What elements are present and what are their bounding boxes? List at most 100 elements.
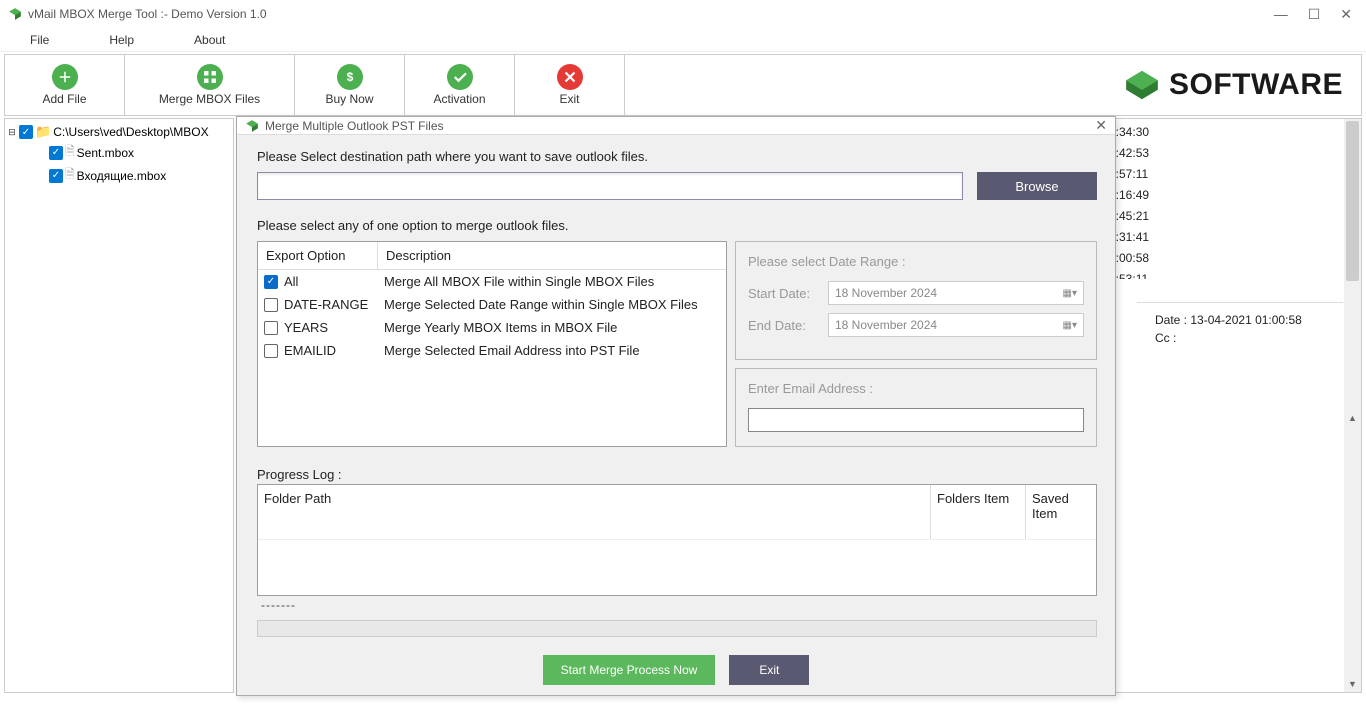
scroll-down-icon[interactable]: ▼ bbox=[1344, 675, 1361, 692]
menubar: File Help About bbox=[0, 28, 1366, 52]
export-head-option: Export Option bbox=[258, 242, 378, 269]
export-opt: EMAILID bbox=[284, 343, 336, 358]
export-opt: All bbox=[284, 274, 298, 289]
start-date-picker[interactable]: 18 November 2024 ▦▾ bbox=[828, 281, 1084, 305]
checkbox-checked-icon[interactable]: ✓ bbox=[49, 146, 63, 160]
checkbox-icon[interactable] bbox=[264, 321, 278, 335]
export-opt: DATE-RANGE bbox=[284, 297, 368, 312]
list-item[interactable]: 1:00:58 bbox=[1107, 248, 1343, 269]
titlebar: vMail MBOX Merge Tool :- Demo Version 1.… bbox=[0, 0, 1366, 28]
date-range-panel: Please select Date Range : Start Date: 1… bbox=[735, 241, 1097, 360]
tree-root[interactable]: ⊟ ✓ 📁 C:\Users\ved\Desktop\MBOX bbox=[7, 123, 231, 141]
tree-root-label: C:\Users\ved\Desktop\MBOX bbox=[53, 125, 208, 139]
dialog-titlebar: Merge Multiple Outlook PST Files ✕ bbox=[237, 117, 1115, 135]
folder-icon: 📁 bbox=[35, 124, 51, 140]
svg-text:$: $ bbox=[346, 70, 353, 84]
progress-head-path: Folder Path bbox=[258, 485, 931, 539]
brand-logo-icon bbox=[1123, 66, 1161, 104]
app-icon bbox=[8, 7, 22, 21]
dollar-icon: $ bbox=[337, 64, 363, 90]
list-item[interactable]: 8:45:21 bbox=[1107, 206, 1343, 227]
dialog-close-button[interactable]: ✕ bbox=[1095, 117, 1107, 134]
scrollbar-vertical[interactable]: ▲ ▼ bbox=[1344, 119, 1361, 692]
app-icon bbox=[245, 119, 259, 133]
calendar-dropdown-icon[interactable]: ▦▾ bbox=[1063, 320, 1077, 331]
email-panel: Enter Email Address : bbox=[735, 368, 1097, 447]
list-item[interactable]: 5:57:11 bbox=[1107, 164, 1343, 185]
menu-help[interactable]: Help bbox=[109, 33, 134, 47]
checkbox-checked-icon[interactable]: ✓ bbox=[49, 169, 63, 183]
end-date-picker[interactable]: 18 November 2024 ▦▾ bbox=[828, 313, 1084, 337]
progress-head-saved: Saved Item bbox=[1026, 485, 1096, 539]
email-label: Enter Email Address : bbox=[748, 381, 1084, 396]
detail-panel: Date : 13-04-2021 01:00:58 Cc : bbox=[1137, 302, 1343, 349]
dialog-exit-button[interactable]: Exit bbox=[729, 655, 809, 685]
window-title: vMail MBOX Merge Tool :- Demo Version 1.… bbox=[28, 7, 1274, 21]
cc-label: Cc : bbox=[1155, 331, 1176, 345]
scroll-up-icon[interactable]: ▲ bbox=[1344, 409, 1361, 426]
progress-label: Progress Log : bbox=[257, 467, 1097, 482]
menu-about[interactable]: About bbox=[194, 33, 225, 47]
exit-label: Exit bbox=[559, 92, 579, 106]
checkbox-icon[interactable] bbox=[264, 344, 278, 358]
collapse-icon[interactable]: ⊟ bbox=[7, 127, 17, 138]
progress-bar bbox=[257, 620, 1097, 637]
menu-file[interactable]: File bbox=[30, 33, 49, 47]
tree-file-label: Sent.mbox bbox=[77, 146, 134, 160]
start-merge-button[interactable]: Start Merge Process Now bbox=[543, 655, 716, 685]
tree-file-label: Входящие.mbox bbox=[77, 169, 167, 183]
dest-label: Please Select destination path where you… bbox=[257, 149, 1097, 164]
list-item[interactable]: 6:16:49 bbox=[1107, 185, 1343, 206]
time-list: 8:34:30 8:42:53 5:57:11 6:16:49 8:45:21 … bbox=[1107, 122, 1343, 279]
calendar-dropdown-icon[interactable]: ▦▾ bbox=[1063, 288, 1077, 299]
export-head-desc: Description bbox=[378, 242, 726, 269]
export-row[interactable]: YEARS Merge Yearly MBOX Items in MBOX Fi… bbox=[258, 316, 726, 339]
plus-icon bbox=[52, 64, 78, 90]
tree-file[interactable]: ✓ 🗎 Sent.mbox bbox=[7, 141, 231, 164]
add-file-button[interactable]: Add File bbox=[5, 55, 125, 115]
checkbox-icon[interactable] bbox=[264, 298, 278, 312]
date-range-label: Please select Date Range : bbox=[748, 254, 1084, 269]
merge-button[interactable]: Merge MBOX Files bbox=[125, 55, 295, 115]
tree-file[interactable]: ✓ 🗎 Входящие.mbox bbox=[7, 164, 231, 187]
export-row[interactable]: DATE-RANGE Merge Selected Date Range wit… bbox=[258, 293, 726, 316]
file-icon: 🗎 bbox=[65, 142, 75, 163]
brand-name: SOFTWARE bbox=[1169, 68, 1343, 102]
start-date-value: 18 November 2024 bbox=[835, 286, 937, 300]
start-date-label: Start Date: bbox=[748, 286, 828, 301]
close-button[interactable]: ✕ bbox=[1340, 6, 1352, 23]
export-desc: Merge Selected Date Range within Single … bbox=[384, 297, 720, 312]
export-desc: Merge All MBOX File within Single MBOX F… bbox=[384, 274, 720, 289]
check-icon bbox=[447, 64, 473, 90]
minimize-button[interactable]: — bbox=[1274, 6, 1288, 23]
merge-label: Merge MBOX Files bbox=[159, 92, 260, 106]
activation-button[interactable]: Activation bbox=[405, 55, 515, 115]
dialog-title: Merge Multiple Outlook PST Files bbox=[265, 119, 1095, 133]
list-item[interactable]: 8:42:53 bbox=[1107, 143, 1343, 164]
checkbox-checked-icon[interactable]: ✓ bbox=[264, 275, 278, 289]
checkbox-checked-icon[interactable]: ✓ bbox=[19, 125, 33, 139]
export-desc: Merge Selected Email Address into PST Fi… bbox=[384, 343, 720, 358]
close-icon bbox=[557, 64, 583, 90]
export-opt: YEARS bbox=[284, 320, 328, 335]
list-item[interactable]: 7:53:11 bbox=[1107, 269, 1343, 279]
list-item[interactable]: 5:31:41 bbox=[1107, 227, 1343, 248]
list-item[interactable]: 8:34:30 bbox=[1107, 122, 1343, 143]
exit-button[interactable]: Exit bbox=[515, 55, 625, 115]
export-desc: Merge Yearly MBOX Items in MBOX File bbox=[384, 320, 720, 335]
toolbar: Add File Merge MBOX Files $ Buy Now Acti… bbox=[4, 54, 1362, 116]
maximize-button[interactable]: ☐ bbox=[1308, 6, 1321, 23]
progress-table: Folder Path Folders Item Saved Item bbox=[257, 484, 1097, 596]
buy-button[interactable]: $ Buy Now bbox=[295, 55, 405, 115]
merge-icon bbox=[197, 64, 223, 90]
file-icon: 🗎 bbox=[65, 165, 75, 186]
option-label: Please select any of one option to merge… bbox=[257, 218, 1097, 233]
destination-input[interactable] bbox=[257, 172, 963, 200]
browse-button[interactable]: Browse bbox=[977, 172, 1097, 200]
export-row[interactable]: ✓ All Merge All MBOX File within Single M… bbox=[258, 270, 726, 293]
email-input[interactable] bbox=[748, 408, 1084, 432]
buy-label: Buy Now bbox=[325, 92, 373, 106]
date-value: 13-04-2021 01:00:58 bbox=[1190, 313, 1301, 327]
export-row[interactable]: EMAILID Merge Selected Email Address int… bbox=[258, 339, 726, 362]
scrollbar-thumb[interactable] bbox=[1346, 121, 1359, 281]
